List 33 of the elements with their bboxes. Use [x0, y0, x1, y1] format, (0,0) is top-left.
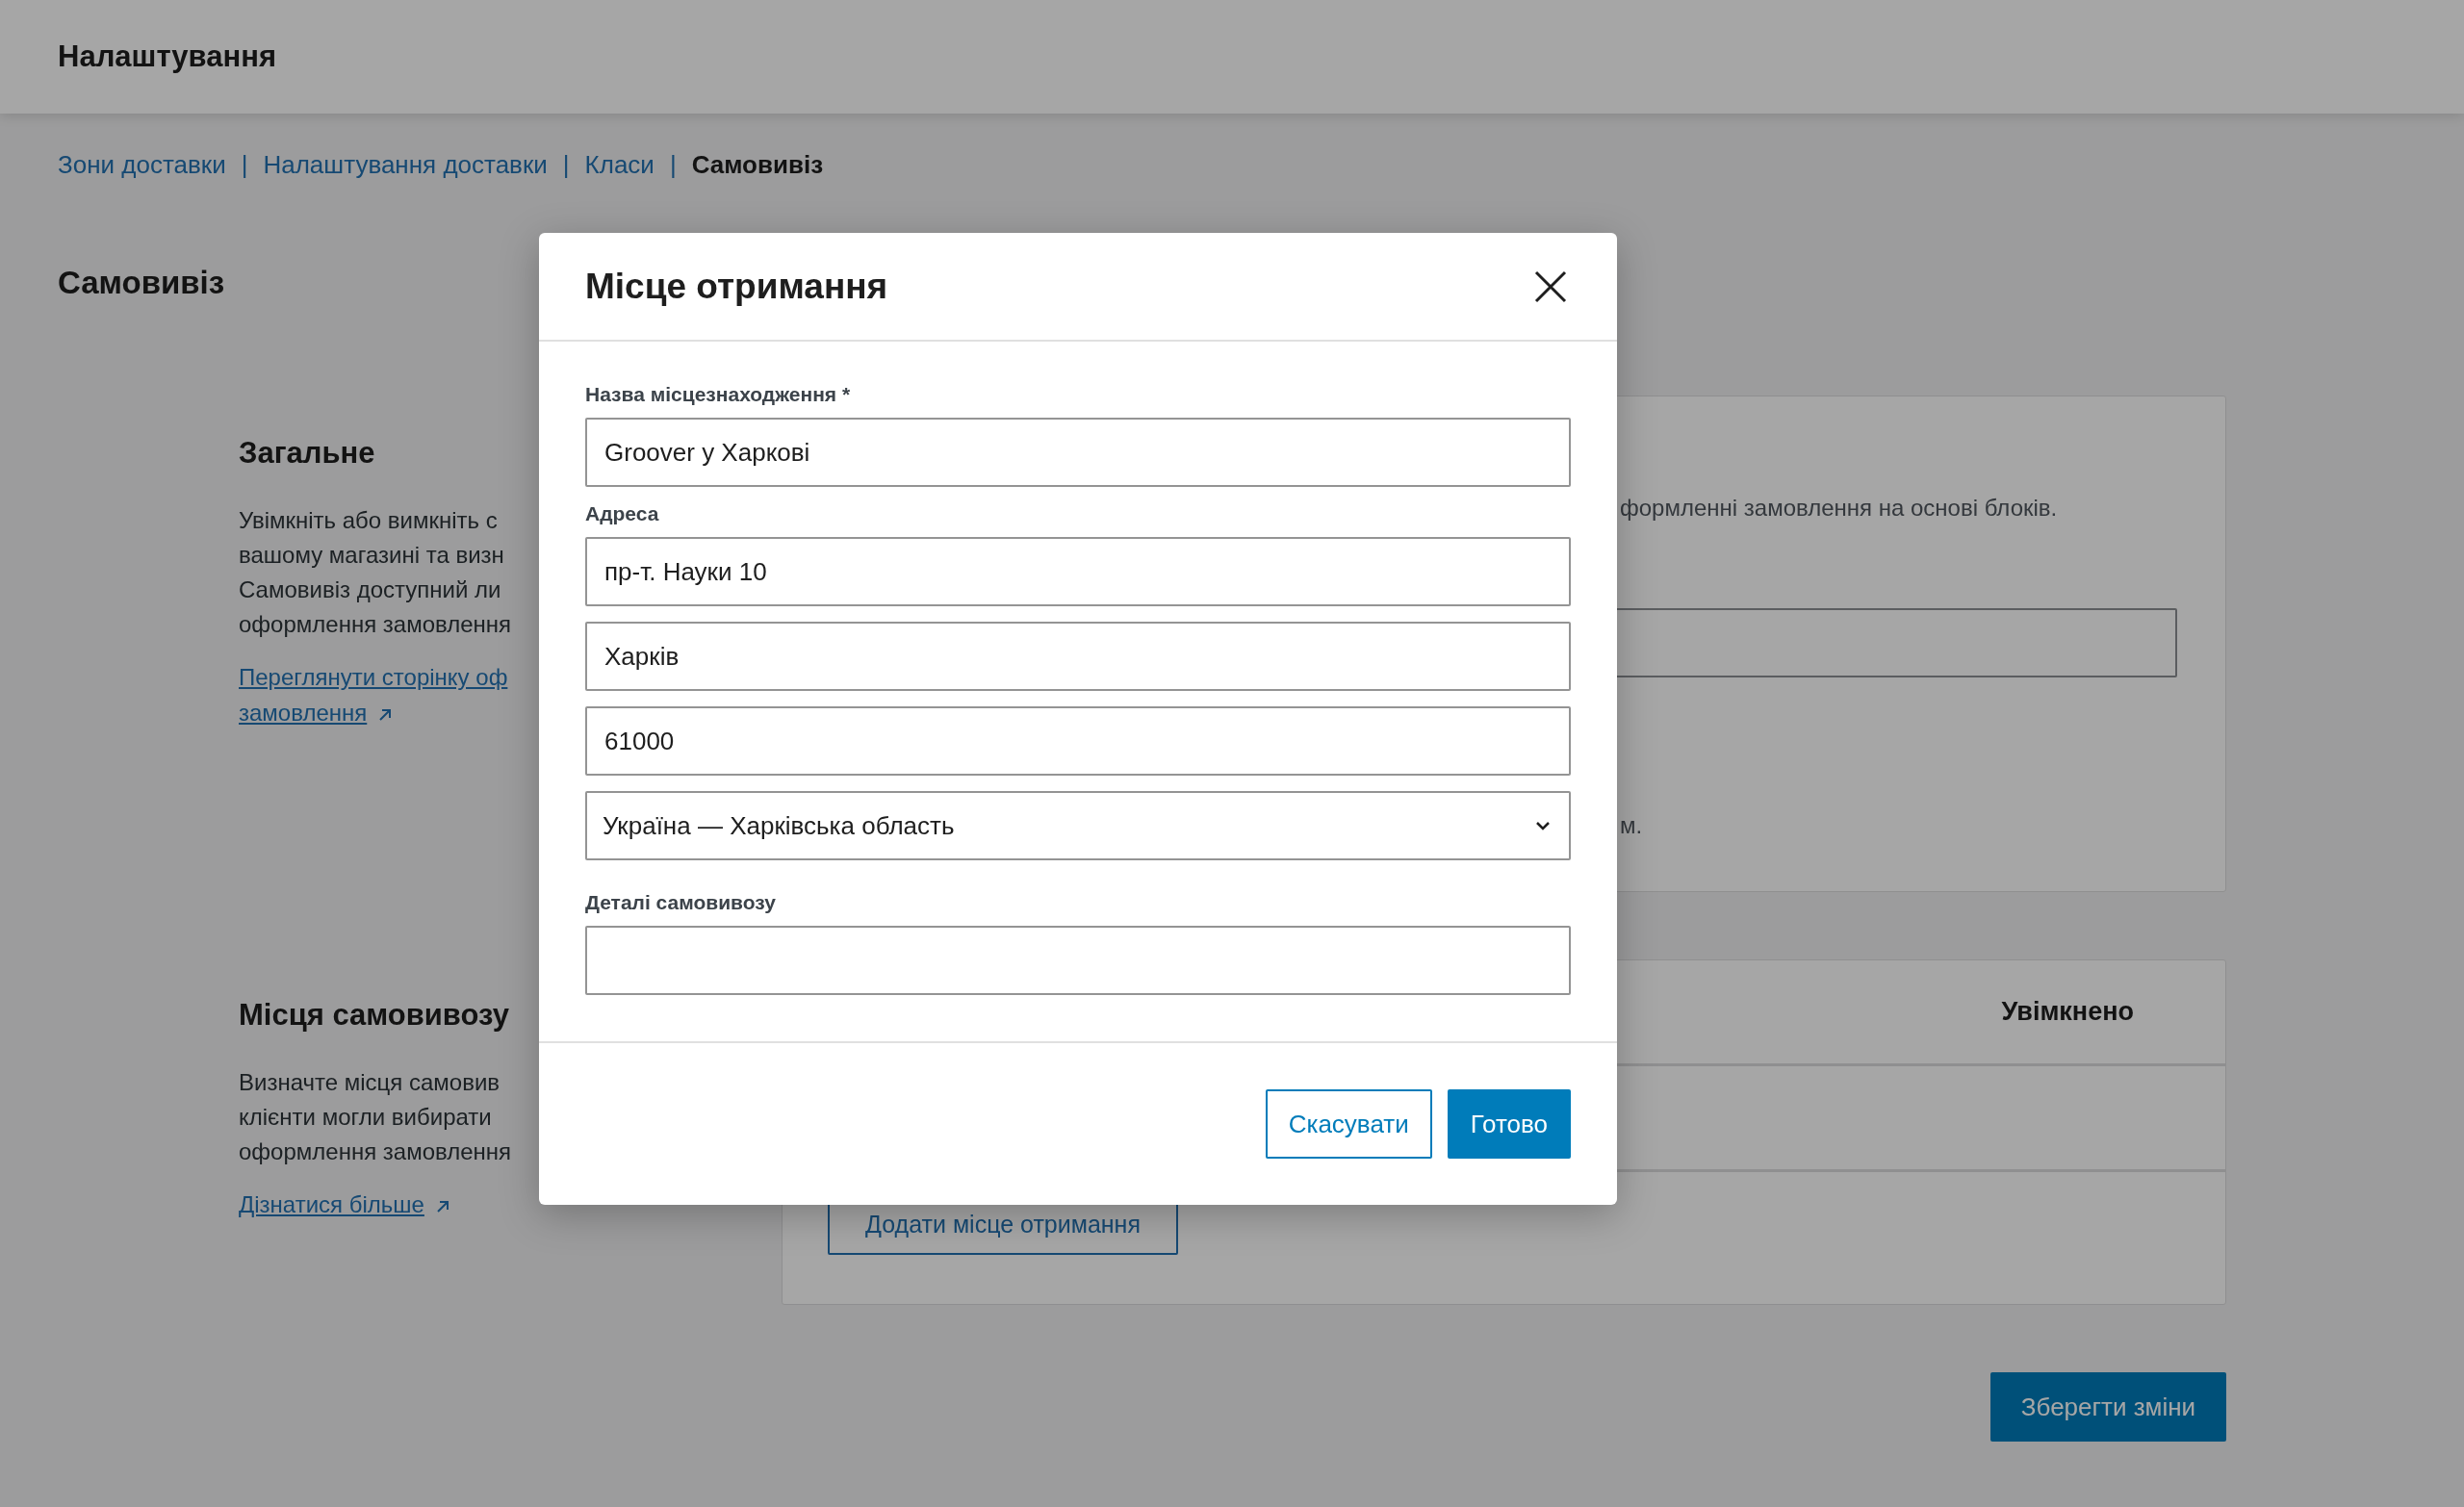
learn-more-link[interactable]: Дізнатися більше: [239, 1187, 537, 1222]
breadcrumb-link[interactable]: Налаштування доставки: [263, 150, 548, 180]
card-text: формленні замовлення на основі блоків.: [1620, 495, 2058, 522]
country-select[interactable]: Україна — Харківська область: [585, 791, 1571, 860]
cancel-button[interactable]: Скасувати: [1265, 1089, 1432, 1159]
field-label: Деталі самовивозу: [585, 891, 777, 914]
breadcrumb-separator: |: [669, 150, 677, 180]
chevron-down-icon: [1534, 820, 1552, 831]
input-field[interactable]: 61000: [585, 706, 1571, 776]
section-description: Визначте місця самовив клієнти могли вибирати оформлення замовлення: [239, 1068, 513, 1166]
section-title: Місця самовивозу: [239, 998, 509, 1033]
input-field[interactable]: [585, 926, 1571, 995]
done-button[interactable]: Готово: [1447, 1089, 1571, 1159]
breadcrumb-current[interactable]: Самовивіз: [691, 150, 824, 180]
breadcrumb-separator: |: [241, 150, 248, 180]
field-label: Адреса: [585, 502, 660, 525]
input-field[interactable]: Харків: [585, 622, 1571, 691]
section-heading: Самовивіз: [58, 265, 225, 301]
section-title: Загальне: [239, 436, 375, 471]
input-field[interactable]: Groover у Харкові: [585, 418, 1571, 487]
save-changes-button[interactable]: Зберегти зміни: [1990, 1372, 2226, 1442]
field-label: Назва місцезнаходження *: [585, 383, 852, 406]
modal-title: Місце отримання: [585, 266, 888, 307]
page-header-title: Налаштування: [58, 39, 277, 74]
section-description: Увімкніть або вимкніть с вашому магазині та визн Самовивіз доступний ли оформлення замовлення: [239, 506, 513, 639]
breadcrumb-link[interactable]: Класи: [584, 150, 654, 180]
breadcrumb-separator: |: [562, 150, 570, 180]
checkout-page-link[interactable]: Переглянути сторінку оф замовлення: [239, 659, 537, 730]
card-text: м.: [1620, 812, 1643, 839]
input-field[interactable]: пр-т. Науки 10: [585, 537, 1571, 606]
breadcrumb-link[interactable]: Зони доставки: [58, 150, 226, 180]
close-icon: [1534, 269, 1567, 303]
column-header: Увімкнено: [2001, 997, 2134, 1027]
